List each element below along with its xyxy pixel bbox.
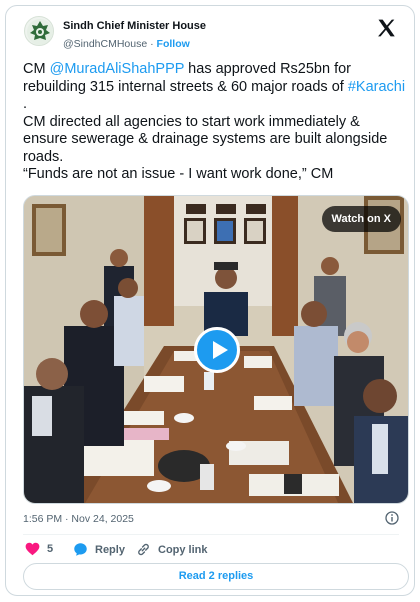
tweet-paragraph-3: “Funds are not an issue - I want work do… bbox=[23, 166, 334, 182]
author-avatar[interactable] bbox=[24, 16, 54, 46]
author-handle-row: @SindhCMHouse · Follow bbox=[63, 38, 190, 50]
author-handle[interactable]: @SindhCMHouse bbox=[63, 38, 147, 50]
copy-link-label: Copy link bbox=[158, 543, 208, 556]
link-icon bbox=[138, 543, 149, 556]
tweet-card: Sindh Chief Minister House @SindhCMHouse… bbox=[5, 5, 415, 596]
tweet-header: Sindh Chief Minister House @SindhCMHouse… bbox=[18, 14, 404, 52]
sindh-govt-emblem-icon bbox=[27, 19, 53, 45]
read-replies-button[interactable]: Read 2 replies bbox=[23, 563, 409, 590]
separator-dot: · bbox=[150, 38, 154, 50]
reply-button[interactable]: Reply bbox=[73, 542, 125, 557]
like-button[interactable]: 5 bbox=[25, 542, 53, 556]
tweet-text: CM @MuradAliShahPPP has approved Rs25bn … bbox=[23, 61, 408, 184]
reply-label: Reply bbox=[95, 543, 125, 556]
like-count: 5 bbox=[47, 543, 54, 555]
x-logo-icon[interactable] bbox=[376, 18, 396, 38]
tweet-paragraph-1: CM @MuradAliShahPPP has approved Rs25bn … bbox=[23, 61, 408, 114]
tweet-text-end: . bbox=[23, 96, 28, 112]
follow-button[interactable]: Follow bbox=[157, 38, 190, 50]
tweet-paragraph-2: CM directed all agencies to start work i… bbox=[23, 113, 388, 165]
watch-on-x-button[interactable]: Watch on X bbox=[321, 206, 401, 232]
tweet-text-start: CM bbox=[23, 61, 50, 77]
mention-link[interactable]: @MuradAliShahPPP bbox=[50, 61, 185, 77]
copy-link-button[interactable]: Copy link bbox=[136, 542, 208, 557]
video-player[interactable]: Watch on X bbox=[23, 195, 409, 504]
info-icon[interactable] bbox=[385, 511, 399, 525]
reply-bubble-icon bbox=[74, 543, 87, 556]
author-name[interactable]: Sindh Chief Minister House bbox=[63, 20, 206, 32]
heart-icon bbox=[25, 542, 40, 556]
hashtag-link[interactable]: #Karachi bbox=[348, 79, 405, 95]
tweet-timestamp[interactable]: 1:56 PM · Nov 24, 2025 bbox=[23, 513, 134, 525]
play-icon[interactable] bbox=[194, 327, 240, 373]
divider bbox=[23, 534, 399, 535]
